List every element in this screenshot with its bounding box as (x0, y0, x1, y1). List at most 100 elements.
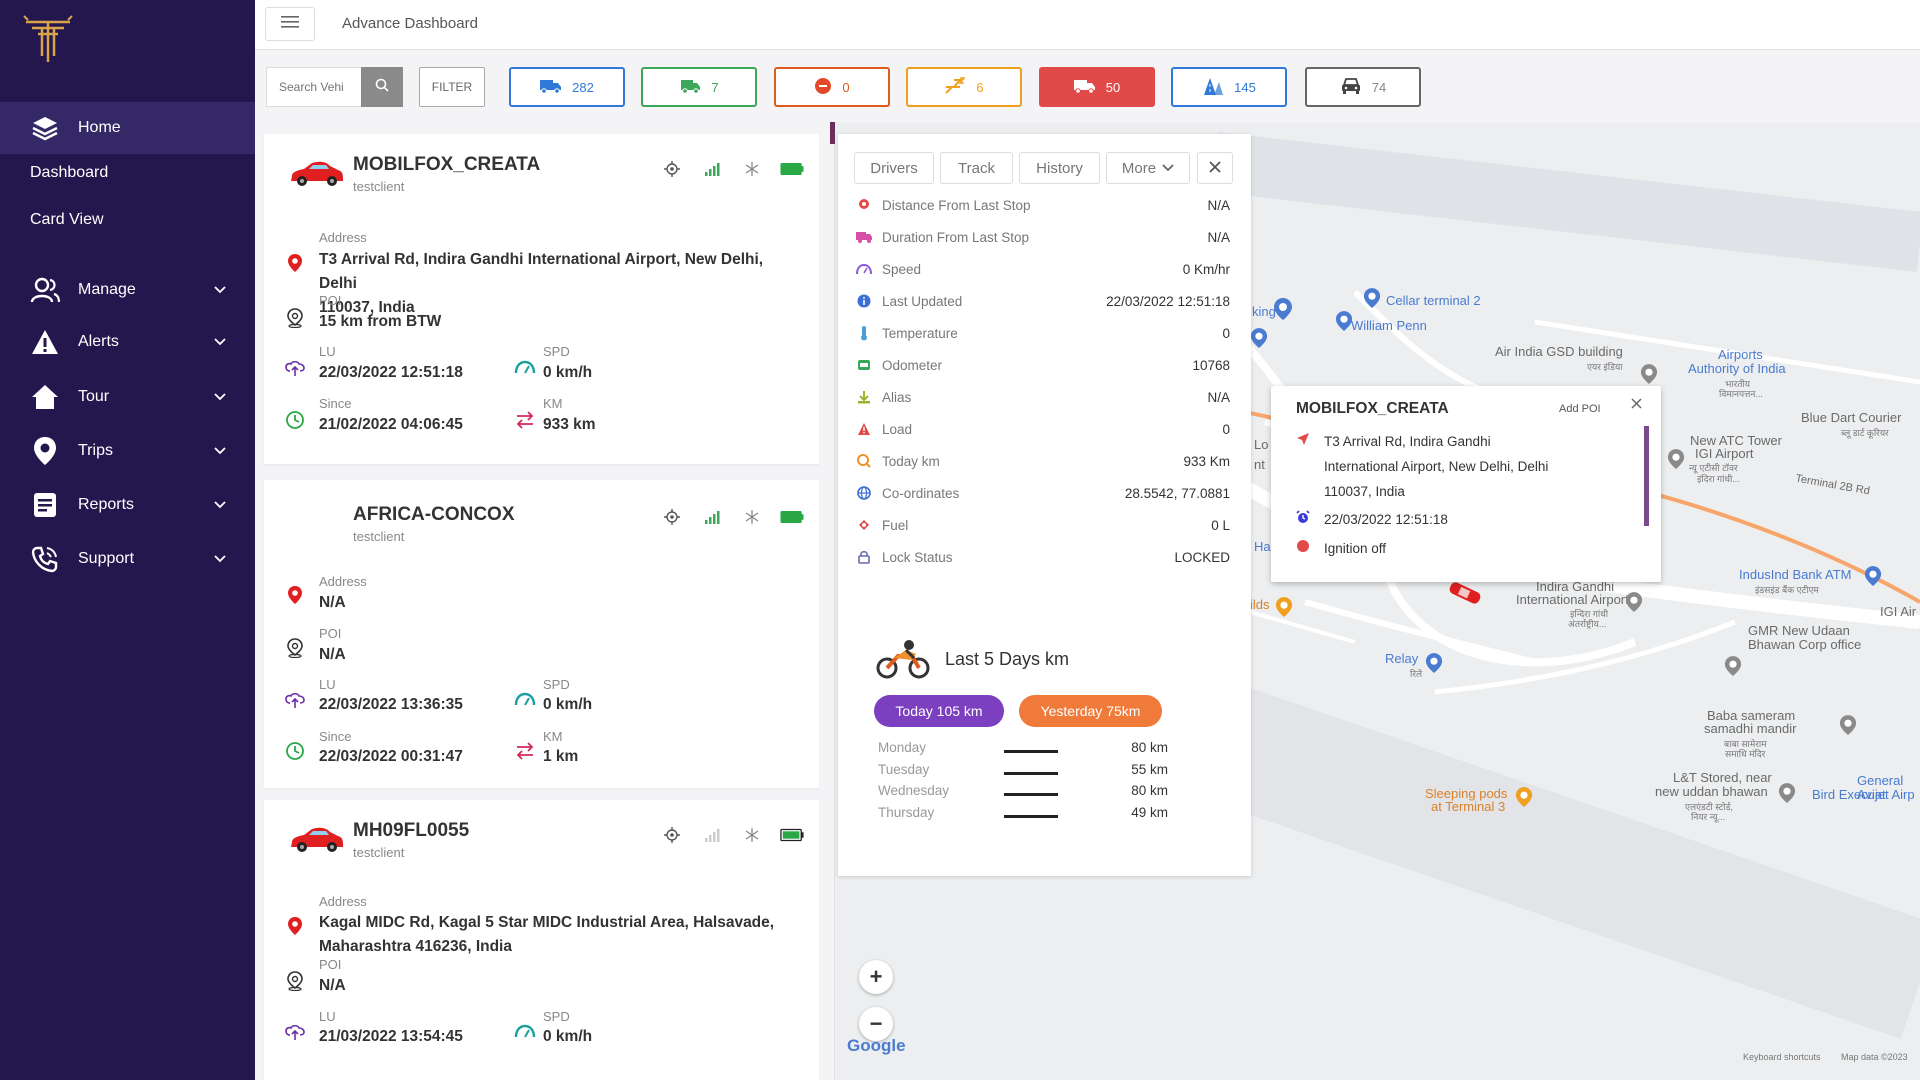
map-pin-icon[interactable] (1515, 786, 1533, 813)
gps-icon[interactable] (660, 826, 684, 844)
filter-button[interactable]: FILTER (419, 67, 485, 107)
map-pin-icon[interactable] (1667, 448, 1685, 475)
map-label[interactable]: इंदिरा गांधी... (1697, 472, 1740, 486)
map-pin-icon[interactable] (1275, 596, 1293, 623)
signal-icon[interactable] (700, 160, 724, 178)
signal-icon[interactable] (700, 508, 724, 526)
vehicle-card[interactable]: AFRICA-CONCOX testclient Address N/A POI… (264, 480, 819, 788)
close-panel-button[interactable] (1197, 152, 1233, 184)
map-label[interactable]: विमानपत्तन... (1719, 387, 1763, 401)
brand-logo[interactable] (20, 12, 76, 68)
map-label[interactable]: इंडसइंड बैंक एटीएम (1755, 583, 1819, 597)
map-pin-icon[interactable] (1335, 310, 1353, 337)
tab-more[interactable]: More (1106, 152, 1190, 184)
signal-icon[interactable] (700, 826, 724, 844)
stat-idle-button[interactable]: 6 (906, 67, 1022, 107)
snowflake-icon[interactable] (740, 508, 764, 526)
map-label[interactable]: IndusInd Bank ATM (1739, 568, 1852, 582)
map-label[interactable]: nt (1254, 458, 1265, 472)
map-label[interactable]: samadhi mandir (1704, 722, 1797, 736)
map-label[interactable]: Airports (1718, 348, 1763, 362)
stat-road-button[interactable]: 145 (1171, 67, 1287, 107)
stat-inactive-button[interactable]: 74 (1305, 67, 1421, 107)
search-vehicle-input[interactable] (266, 67, 361, 107)
map-label[interactable]: IGI Air (1880, 605, 1916, 619)
map-label[interactable]: रिले (1410, 667, 1422, 681)
map-pin-icon[interactable] (1425, 652, 1443, 679)
map-pin-icon[interactable] (1363, 287, 1381, 314)
menu-toggle-button[interactable] (265, 7, 315, 41)
close-info-button[interactable] (1631, 396, 1642, 414)
spd-label: SPD (543, 344, 570, 359)
sidebar-item-support[interactable]: Support (0, 533, 255, 585)
sidebar-item-trips[interactable]: Trips (0, 425, 255, 477)
snowflake-icon[interactable] (740, 160, 764, 178)
stat-stopped-button[interactable]: 0 (774, 67, 890, 107)
map-label[interactable]: समाधि मंदिर (1725, 747, 1765, 761)
sidebar-item-card-view[interactable]: Card View (30, 211, 104, 229)
battery-icon[interactable] (780, 508, 804, 526)
map-label[interactable]: new uddan bhawan (1655, 785, 1768, 799)
map-label[interactable]: Cellar terminal 2 (1386, 294, 1481, 308)
gps-icon[interactable] (660, 160, 684, 178)
tab-track[interactable]: Track (940, 152, 1013, 184)
map-label[interactable]: Relay (1385, 652, 1418, 666)
map-label[interactable]: Bird Execujet Airp (1812, 788, 1915, 802)
sidebar-item-label: Reports (78, 496, 135, 513)
map-label[interactable]: William Penn (1351, 319, 1427, 333)
map-pin-icon[interactable] (1864, 565, 1882, 592)
stat-total-button[interactable]: 282 (509, 67, 625, 107)
gps-icon[interactable] (660, 508, 684, 526)
map-label[interactable]: Ha (1254, 540, 1271, 554)
battery-icon[interactable] (780, 160, 804, 178)
sidebar-item-dashboard[interactable]: Dashboard (30, 164, 108, 182)
map-label[interactable]: Bhawan Corp office (1748, 638, 1861, 652)
vehicle-card[interactable]: MH09FL0055 testclient Address Kagal MIDC… (264, 800, 819, 1080)
map-label[interactable]: ब्लू डार्ट कूरियर (1841, 426, 1889, 440)
map-pin-icon[interactable] (1724, 655, 1742, 682)
map-label[interactable]: Air India GSD building (1495, 345, 1623, 359)
map-label[interactable]: एयर इंडिया (1587, 360, 1623, 374)
vehicle-marker-icon[interactable] (1445, 580, 1485, 611)
map-label[interactable]: Blue Dart Courier (1801, 411, 1901, 425)
search-button[interactable] (361, 67, 403, 107)
map-label[interactable]: Authority of India (1688, 362, 1786, 376)
info-scrollbar[interactable] (1644, 426, 1649, 526)
yesterday-km-pill[interactable]: Yesterday 75km (1019, 695, 1162, 727)
keyboard-shortcuts-link[interactable]: Keyboard shortcuts (1743, 1050, 1821, 1064)
add-poi-link[interactable]: Add POI (1559, 403, 1601, 415)
map-label[interactable]: ilds (1250, 598, 1270, 612)
map-label[interactable]: Lo (1254, 438, 1268, 452)
map-label[interactable]: अंतर्राष्ट्रीय... (1568, 617, 1606, 631)
today-km-pill[interactable]: Today 105 km (874, 695, 1004, 727)
snowflake-icon[interactable] (740, 826, 764, 844)
stat-alert-button[interactable]: 50 (1039, 67, 1155, 107)
sidebar-item-manage[interactable]: Manage (0, 264, 255, 316)
sidebar-item-tour[interactable]: Tour (0, 371, 255, 423)
map-pin-icon[interactable] (1250, 327, 1268, 354)
sidebar-item-alerts[interactable]: Alerts (0, 316, 255, 368)
map-label[interactable]: L&T Stored, near (1673, 771, 1772, 785)
vehicle-name: MH09FL0055 (353, 820, 470, 841)
sidebar-item-reports[interactable]: Reports (0, 479, 255, 531)
spd-label: SPD (543, 677, 570, 692)
map-label[interactable]: at Terminal 3 (1431, 800, 1505, 814)
tab-history[interactable]: History (1019, 152, 1100, 184)
tab-drivers[interactable]: Drivers (854, 152, 934, 184)
sidebar-item-home[interactable]: Home (0, 102, 255, 154)
map-label[interactable]: नियर न्यू... (1691, 810, 1725, 824)
map-label[interactable]: GMR New Udaan (1748, 624, 1850, 638)
map-label[interactable]: International Airport (1516, 593, 1629, 607)
map-pin-icon[interactable] (1778, 782, 1796, 809)
zoom-in-button[interactable]: + (859, 960, 893, 994)
map-pin-icon[interactable] (1839, 714, 1857, 741)
map-pin-icon[interactable] (1273, 297, 1293, 326)
vehicle-card[interactable]: MOBILFOX_CREATA testclient Address T3 Ar… (264, 134, 819, 464)
detail-value: 0 Km/hr (1182, 261, 1230, 277)
stat-moving-button[interactable]: 7 (641, 67, 757, 107)
battery-icon[interactable] (780, 826, 804, 844)
map-pin-icon[interactable] (1625, 591, 1643, 618)
map-label[interactable]: IGI Airport (1695, 447, 1754, 461)
km-value: 933 km (543, 416, 596, 433)
stat-count: 6 (976, 79, 984, 95)
